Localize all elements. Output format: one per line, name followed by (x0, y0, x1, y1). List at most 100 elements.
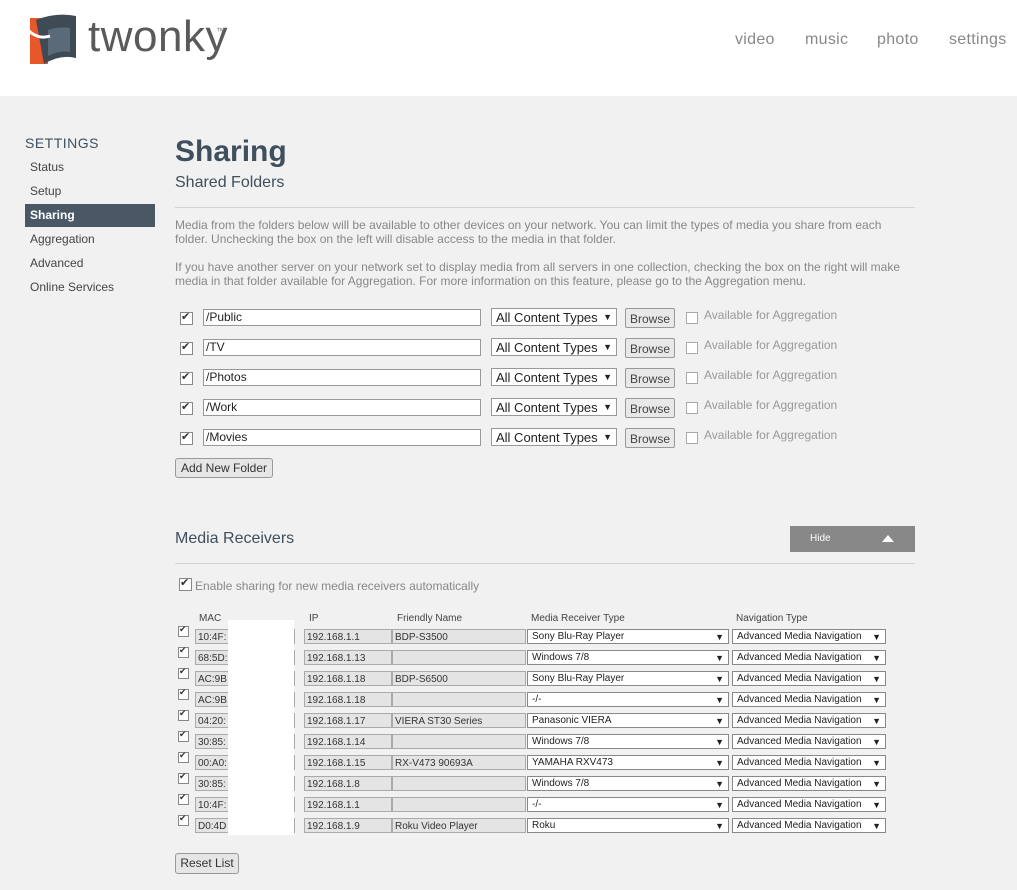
column-header-mac: MAC (199, 613, 222, 624)
add-new-folder-button[interactable]: Add New Folder (175, 458, 273, 478)
friendly-name-input[interactable]: BDP-S3500 (392, 629, 526, 644)
folder-share-checkbox[interactable] (180, 430, 193, 445)
content-type-select[interactable]: All Content Types ▼ (491, 338, 617, 356)
friendly-name-input[interactable] (392, 734, 526, 749)
navigation-type-select[interactable]: Advanced Media Navigation ▼ (732, 818, 886, 833)
content-type-select[interactable]: All Content Types ▼ (491, 308, 617, 326)
dropdown-arrow-icon: ▼ (872, 779, 881, 789)
content-type-select[interactable]: All Content Types ▼ (491, 398, 617, 416)
nav-photo[interactable]: photo (877, 31, 919, 49)
aggregation-checkbox[interactable] (686, 372, 698, 384)
twonky-logo[interactable]: twonky ™ (26, 12, 246, 70)
dropdown-arrow-icon: ▼ (715, 632, 724, 642)
sidebar-item-online-services[interactable]: Online Services (25, 276, 155, 299)
folder-path-input[interactable]: /Work (203, 399, 481, 416)
navigation-type-select[interactable]: Advanced Media Navigation ▼ (732, 734, 886, 749)
browse-button[interactable]: Browse (625, 308, 675, 328)
dropdown-arrow-icon: ▼ (715, 758, 724, 768)
enable-sharing-checkbox[interactable] (179, 576, 192, 591)
navigation-type-select[interactable]: Advanced Media Navigation ▼ (732, 692, 886, 707)
content-type-value: All Content Types (496, 310, 598, 325)
content-type-select[interactable]: All Content Types ▼ (491, 428, 617, 446)
friendly-name-input[interactable]: VIERA ST30 Series (392, 713, 526, 728)
navigation-type-value: Advanced Media Navigation (737, 631, 862, 642)
receiver-type-select[interactable]: -/- ▼ (527, 797, 729, 812)
folder-share-checkbox[interactable] (180, 340, 193, 355)
friendly-name-input[interactable] (392, 650, 526, 665)
friendly-name-input[interactable]: BDP-S6500 (392, 671, 526, 686)
receiver-type-select[interactable]: YAMAHA RXV473 ▼ (527, 755, 729, 770)
sidebar-item-setup[interactable]: Setup (25, 180, 155, 203)
friendly-name-input[interactable] (392, 692, 526, 707)
friendly-name-input[interactable]: RX-V473 90693A (392, 755, 526, 770)
browse-button[interactable]: Browse (625, 368, 675, 388)
receiver-enable-checkbox[interactable] (178, 771, 189, 784)
folder-path-input[interactable]: /Public (203, 309, 481, 326)
friendly-name-input[interactable] (392, 776, 526, 791)
browse-button[interactable]: Browse (625, 398, 675, 418)
receiver-enable-checkbox[interactable] (178, 666, 189, 679)
navigation-type-select[interactable]: Advanced Media Navigation ▼ (732, 650, 886, 665)
receiver-type-select[interactable]: Windows 7/8 ▼ (527, 734, 729, 749)
folder-share-checkbox[interactable] (180, 370, 193, 385)
nav-music[interactable]: music (805, 31, 848, 49)
receiver-type-select[interactable]: -/- ▼ (527, 692, 729, 707)
receiver-enable-checkbox[interactable] (178, 624, 189, 637)
receiver-type-value: Roku (532, 820, 556, 831)
receiver-type-select[interactable]: Panasonic VIERA ▼ (527, 713, 729, 728)
friendly-name-input[interactable] (392, 797, 526, 812)
navigation-type-select[interactable]: Advanced Media Navigation ▼ (732, 629, 886, 644)
receiver-enable-checkbox[interactable] (178, 687, 189, 700)
aggregation-checkbox[interactable] (686, 312, 698, 324)
description-sharing: Media from the folders below will be ava… (175, 218, 882, 246)
folder-row: /TV All Content Types ▼ Browse Available … (175, 338, 915, 360)
sidebar-item-sharing[interactable]: Sharing (25, 204, 155, 227)
sidebar-item-status[interactable]: Status (25, 156, 155, 179)
sidebar-item-advanced[interactable]: Advanced (25, 252, 155, 275)
divider (175, 207, 915, 208)
nav-video[interactable]: video (735, 31, 775, 49)
receiver-enable-checkbox[interactable] (178, 708, 189, 721)
folder-path-input[interactable]: /TV (203, 339, 481, 356)
aggregation-checkbox[interactable] (686, 342, 698, 354)
reset-list-button[interactable]: Reset List (175, 853, 239, 874)
navigation-type-select[interactable]: Advanced Media Navigation ▼ (732, 797, 886, 812)
hide-button[interactable]: Hide (790, 526, 915, 552)
receiver-type-select[interactable]: Windows 7/8 ▼ (527, 650, 729, 665)
browse-button[interactable]: Browse (625, 338, 675, 358)
folder-path-input[interactable]: /Photos (203, 369, 481, 386)
browse-button[interactable]: Browse (625, 428, 675, 448)
folder-share-checkbox[interactable] (180, 400, 193, 415)
dropdown-arrow-icon: ▼ (872, 674, 881, 684)
navigation-type-select[interactable]: Advanced Media Navigation ▼ (732, 671, 886, 686)
sidebar-item-aggregation[interactable]: Aggregation (25, 228, 155, 251)
receiver-type-value: Windows 7/8 (532, 736, 590, 747)
content-type-select[interactable]: All Content Types ▼ (491, 368, 617, 386)
friendly-name-input[interactable]: Roku Video Player (392, 818, 526, 833)
navigation-type-value: Advanced Media Navigation (737, 778, 862, 789)
folder-share-checkbox[interactable] (180, 310, 193, 325)
navigation-type-select[interactable]: Advanced Media Navigation ▼ (732, 713, 886, 728)
redacted-region (228, 620, 294, 835)
receiver-type-select[interactable]: Windows 7/8 ▼ (527, 776, 729, 791)
dropdown-arrow-icon: ▼ (715, 800, 724, 810)
navigation-type-select[interactable]: Advanced Media Navigation ▼ (732, 776, 886, 791)
navigation-type-select[interactable]: Advanced Media Navigation ▼ (732, 755, 886, 770)
column-header-friendly-name: Friendly Name (397, 613, 463, 624)
sidebar-item-label: Online Services (30, 280, 115, 294)
folder-path-input[interactable]: /Movies (203, 429, 481, 446)
dropdown-arrow-icon: ▼ (603, 342, 612, 352)
receiver-enable-checkbox[interactable] (178, 645, 189, 658)
receiver-type-select[interactable]: Roku ▼ (527, 818, 729, 833)
ip-cell: 192.168.1.1 (304, 797, 392, 812)
receiver-type-select[interactable]: Sony Blu-Ray Player ▼ (527, 629, 729, 644)
content-type-value: All Content Types (496, 370, 598, 385)
nav-settings[interactable]: settings (949, 31, 1007, 49)
aggregation-checkbox[interactable] (686, 402, 698, 414)
receiver-type-select[interactable]: Sony Blu-Ray Player ▼ (527, 671, 729, 686)
receiver-enable-checkbox[interactable] (178, 813, 189, 826)
receiver-enable-checkbox[interactable] (178, 792, 189, 805)
receiver-enable-checkbox[interactable] (178, 750, 189, 763)
receiver-enable-checkbox[interactable] (178, 729, 189, 742)
aggregation-checkbox[interactable] (686, 432, 698, 444)
